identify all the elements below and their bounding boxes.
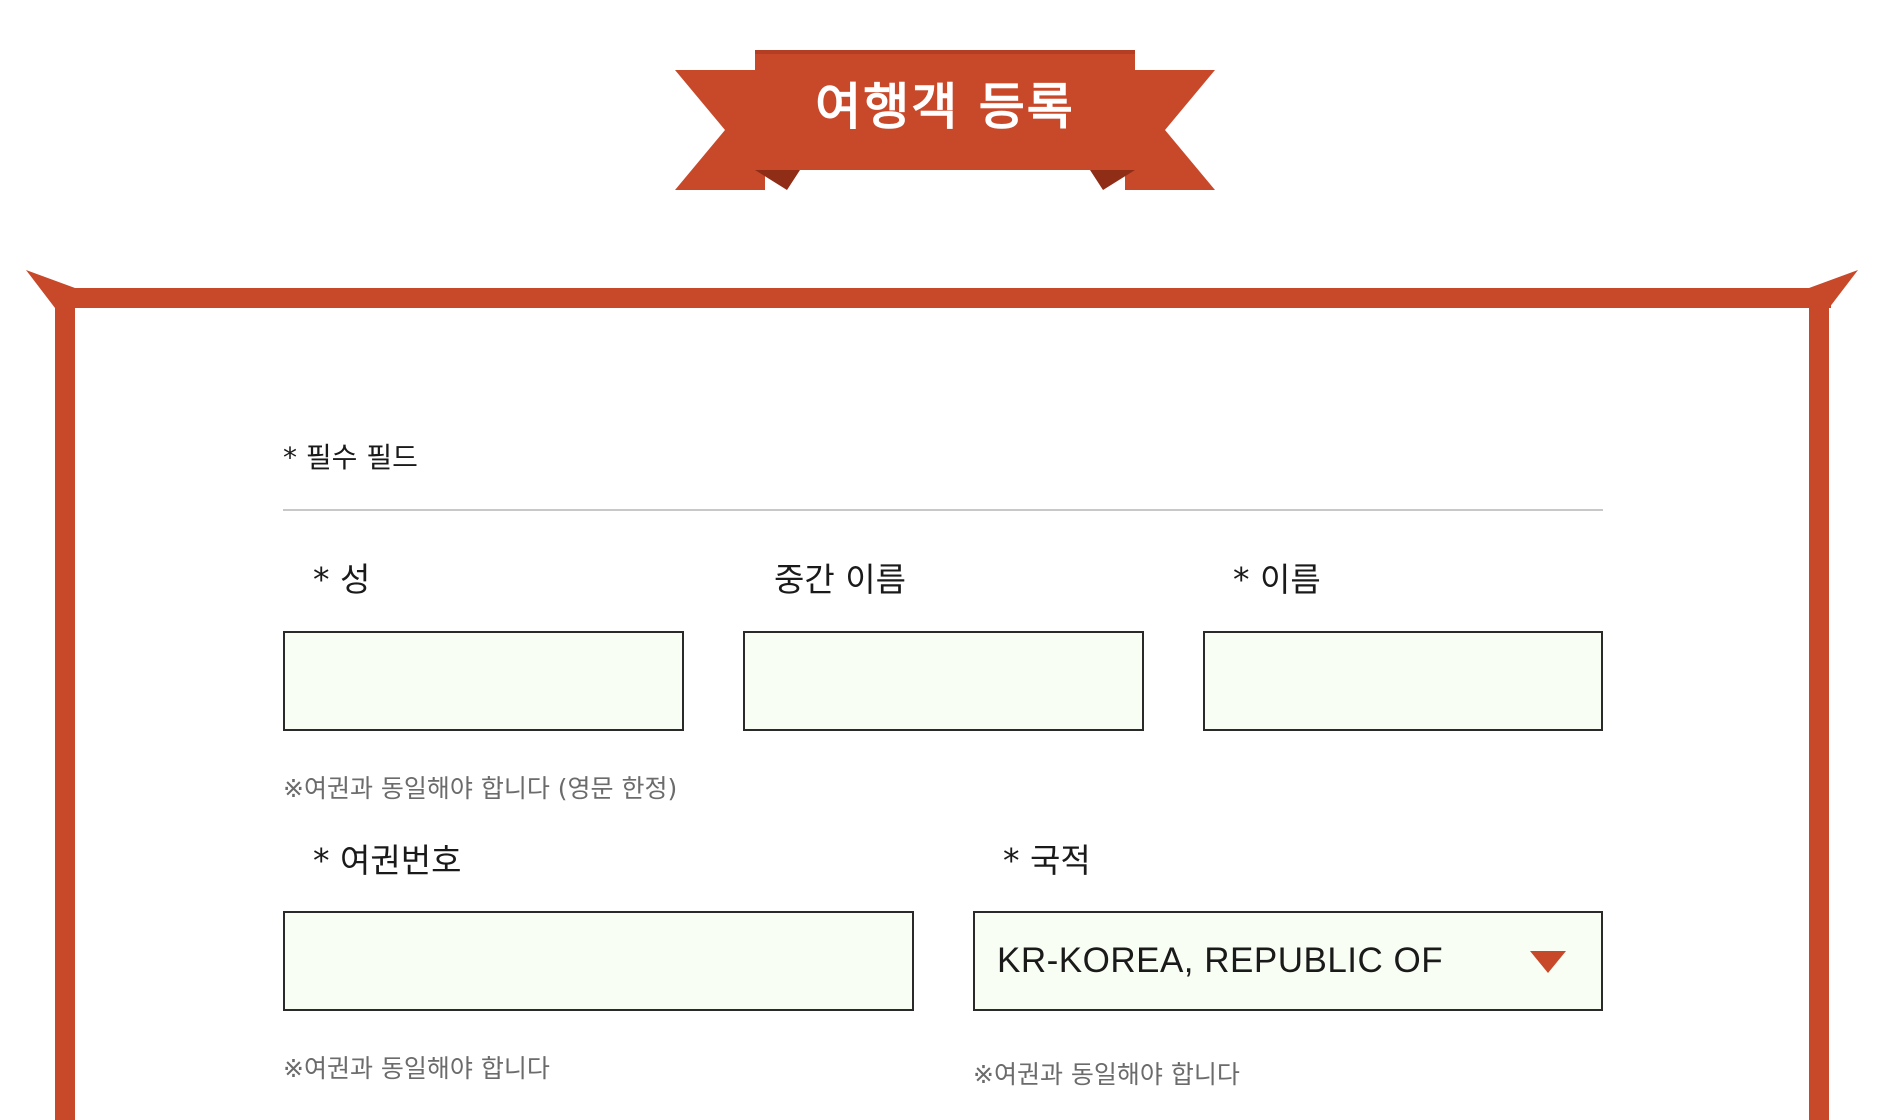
first-name-input[interactable]: [1203, 631, 1603, 731]
required-fields-note: * 필수 필드: [283, 441, 418, 474]
title-banner: 여행객 등록: [675, 48, 1215, 192]
middle-name-input[interactable]: [743, 631, 1144, 731]
nationality-label: * 국적: [1003, 841, 1091, 880]
last-name-label: * 성: [313, 560, 371, 599]
page-title: 여행객 등록: [815, 78, 1075, 136]
middle-name-label: 중간 이름: [774, 560, 906, 599]
last-name-input[interactable]: [283, 631, 684, 731]
name-hint: ※여권과 동일해야 합니다 (영문 한정): [283, 774, 678, 803]
passport-number-label: * 여권번호: [313, 841, 462, 880]
first-name-label: * 이름: [1233, 560, 1321, 599]
section-divider: [283, 509, 1603, 511]
passport-number-input[interactable]: [283, 911, 914, 1011]
nationality-hint: ※여권과 동일해야 합니다: [973, 1060, 1240, 1089]
nationality-select[interactable]: KR-KOREA, REPUBLIC OF: [973, 911, 1603, 1011]
nationality-selected-value: KR-KOREA, REPUBLIC OF: [997, 941, 1444, 980]
passport-number-hint: ※여권과 동일해야 합니다: [283, 1054, 550, 1083]
dropdown-arrow-icon: [1530, 951, 1566, 973]
